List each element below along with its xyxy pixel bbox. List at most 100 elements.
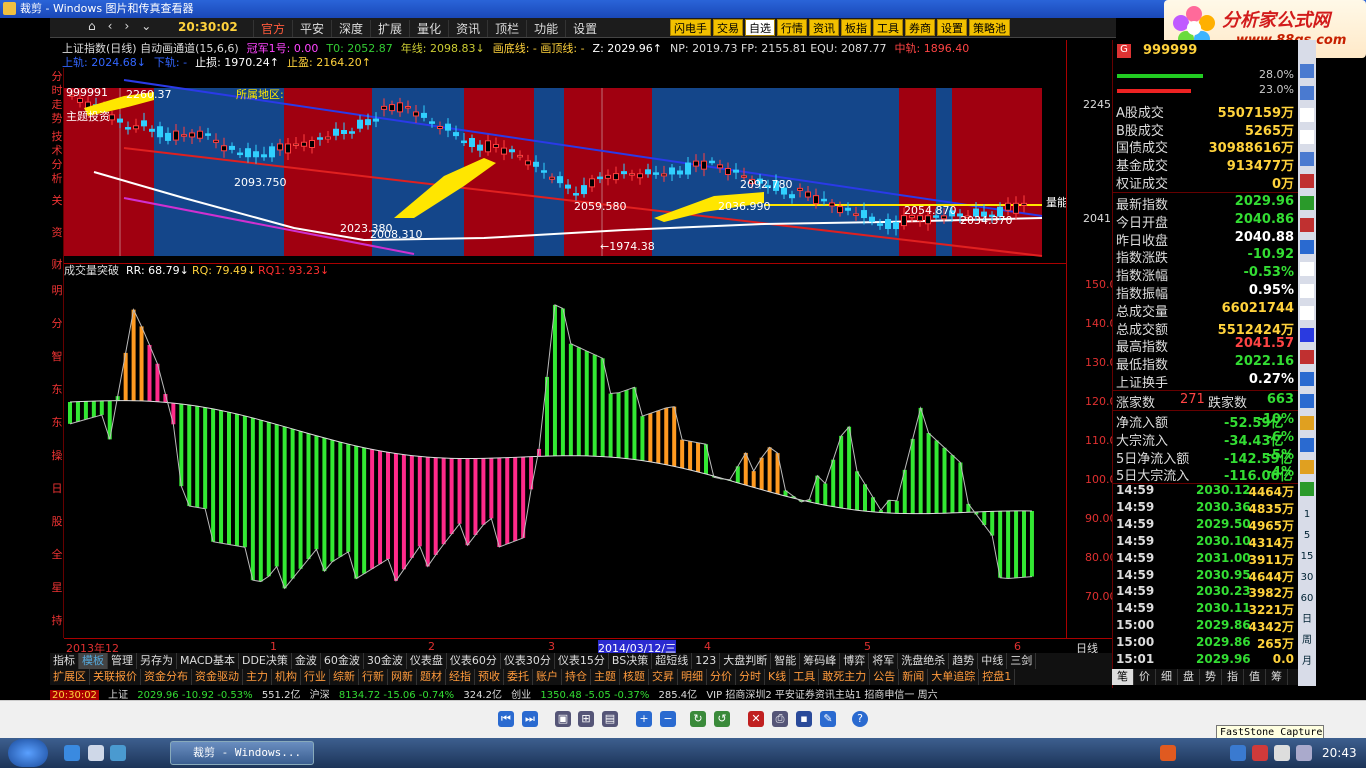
indicator-tab-15[interactable]: 123 (692, 653, 721, 669)
extension-tab-2[interactable]: 资金分布 (141, 669, 192, 685)
network-icon[interactable] (1296, 745, 1312, 761)
left-sub-char-8[interactable]: 全 (51, 548, 63, 562)
pen-icon[interactable] (1300, 416, 1314, 430)
quote-tab-0[interactable]: 笔 (1112, 669, 1134, 685)
list-icon[interactable] (1300, 284, 1314, 298)
left-tab-char-7[interactable]: 析 (51, 172, 63, 186)
menu-item-1[interactable]: 平安 (292, 20, 331, 37)
indicator-tab-10[interactable]: 仪表60分 (447, 653, 501, 669)
menu-item-8[interactable]: 设置 (565, 20, 604, 37)
period-2[interactable]: 15 (1300, 550, 1314, 564)
menu-item-5[interactable]: 资讯 (448, 20, 487, 37)
indicator-tab-24[interactable]: 三剑 (1007, 653, 1037, 669)
grid-icon[interactable] (1300, 130, 1314, 144)
print-icon[interactable]: ⎙ (772, 711, 788, 727)
extension-tab-22[interactable]: K线 (765, 669, 791, 685)
extension-tab-25[interactable]: 公告 (870, 669, 900, 685)
left-tab-char-4[interactable]: 技 (51, 130, 63, 144)
extension-tab-10[interactable]: 题材 (417, 669, 446, 685)
extension-tab-26[interactable]: 新闻 (899, 669, 929, 685)
left-tab-char-1[interactable]: 时 (51, 84, 63, 98)
menu-item-2[interactable]: 深度 (331, 20, 370, 37)
left-sub-char-5[interactable]: 操 (51, 449, 63, 463)
left-sub-char-1[interactable]: 分 (51, 317, 63, 331)
back-icon[interactable]: ‹ (108, 19, 113, 33)
prev-image-icon[interactable]: ⏮ (498, 711, 514, 727)
info-icon[interactable] (1300, 350, 1314, 364)
indicator-tab-14[interactable]: 超短线 (652, 653, 693, 669)
left-tab-char-5[interactable]: 术 (51, 144, 63, 158)
left-sub-char-10[interactable]: 持 (51, 614, 63, 628)
menu-item-0[interactable]: 官方 (253, 20, 292, 37)
quote-tab-6[interactable]: 值 (1244, 669, 1266, 685)
extension-tab-19[interactable]: 明细 (678, 669, 707, 685)
zoom-out-icon[interactable]: − (660, 711, 676, 727)
left-tab-char-8[interactable]: 关 (51, 194, 63, 208)
start-button[interactable] (8, 739, 48, 767)
pie-icon[interactable] (1300, 196, 1314, 210)
extension-tab-24[interactable]: 敢死主力 (819, 669, 871, 685)
indicator-tab-2[interactable]: 管理 (108, 653, 137, 669)
toolbar-button-0[interactable]: 闪电手 (670, 19, 711, 36)
period-6[interactable]: 周 (1300, 634, 1314, 648)
extension-tab-15[interactable]: 持仓 (562, 669, 591, 685)
toolbar-button-4[interactable]: 资讯 (809, 19, 839, 36)
period-4[interactable]: 60 (1300, 592, 1314, 606)
toolbar-button-2[interactable]: 自选 (745, 19, 775, 36)
toolbar-button-6[interactable]: 工具 (873, 19, 903, 36)
kline-main-chart[interactable]: 999991 2260.37主题投资所属地区:2093.7502023.38020… (64, 68, 1066, 263)
extension-tab-4[interactable]: 主力 (243, 669, 272, 685)
volume-breakout-chart[interactable]: 成交量突破 RR: 68.79↓ RQ: 79.49↓ RQ1: 93.23↓ (64, 264, 1066, 637)
indicator-tab-8[interactable]: 30金波 (364, 653, 407, 669)
down-icon[interactable]: ⌄ (141, 19, 151, 33)
ie-icon[interactable] (64, 745, 80, 761)
quote-tab-1[interactable]: 价 (1134, 669, 1156, 685)
menu-item-3[interactable]: 扩展 (370, 20, 409, 37)
toolbar-button-8[interactable]: 设置 (937, 19, 967, 36)
extension-tab-9[interactable]: 网新 (388, 669, 417, 685)
toolbar-button-3[interactable]: 行情 (777, 19, 807, 36)
indicator-tab-20[interactable]: 将军 (869, 653, 899, 669)
quote-tab-2[interactable]: 细 (1156, 669, 1178, 685)
left-tab-char-6[interactable]: 分 (51, 158, 63, 172)
cross-icon[interactable] (1300, 394, 1314, 408)
news-icon[interactable] (1300, 306, 1314, 320)
zoom-in-icon[interactable]: + (636, 711, 652, 727)
quote-tab-7[interactable]: 筹 (1266, 669, 1288, 685)
money-icon[interactable] (1300, 460, 1314, 474)
doc-icon[interactable] (1300, 108, 1314, 122)
extension-tab-8[interactable]: 行新 (359, 669, 388, 685)
extension-tab-6[interactable]: 行业 (301, 669, 330, 685)
indicator-tab-7[interactable]: 60金波 (321, 653, 364, 669)
indicator-tab-6[interactable]: 金波 (292, 653, 321, 669)
extension-tab-12[interactable]: 预收 (475, 669, 504, 685)
quote-tab-5[interactable]: 指 (1222, 669, 1244, 685)
indicator-tab-16[interactable]: 大盘判断 (720, 653, 772, 669)
quote-tab-3[interactable]: 盘 (1178, 669, 1200, 685)
extension-tab-16[interactable]: 主题 (591, 669, 620, 685)
extension-tab-1[interactable]: 关联报价 (90, 669, 141, 685)
left-tab-char-9[interactable]: 资 (51, 226, 63, 240)
extension-tab-0[interactable]: 扩展区 (50, 669, 90, 685)
indicator-tab-13[interactable]: BS决策 (609, 653, 653, 669)
ime-icon[interactable] (1230, 745, 1246, 761)
indicator-tab-3[interactable]: 另存为 (137, 653, 177, 669)
lang-icon[interactable] (1252, 745, 1268, 761)
f10-icon[interactable] (1300, 438, 1314, 452)
period-1[interactable]: 5 (1300, 529, 1314, 543)
indicator-tab-0[interactable]: 指标 (50, 653, 79, 669)
left-sub-char-2[interactable]: 智 (51, 350, 63, 364)
left-sub-char-6[interactable]: 日 (51, 482, 63, 496)
left-sub-char-7[interactable]: 股 (51, 515, 63, 529)
indicator-tab-11[interactable]: 仪表30分 (501, 653, 555, 669)
left-sub-char-3[interactable]: 东 (51, 383, 63, 397)
extension-tab-5[interactable]: 机构 (272, 669, 301, 685)
extension-tab-14[interactable]: 账户 (533, 669, 562, 685)
left-sub-char-4[interactable]: 东 (51, 416, 63, 430)
quote-tab-4[interactable]: 势 (1200, 669, 1222, 685)
menu-item-7[interactable]: 功能 (526, 20, 565, 37)
toolbar-button-5[interactable]: 板指 (841, 19, 871, 36)
indicator-tab-9[interactable]: 仪表盘 (407, 653, 447, 669)
line-icon[interactable] (1300, 240, 1314, 254)
search-icon[interactable] (1300, 372, 1314, 386)
